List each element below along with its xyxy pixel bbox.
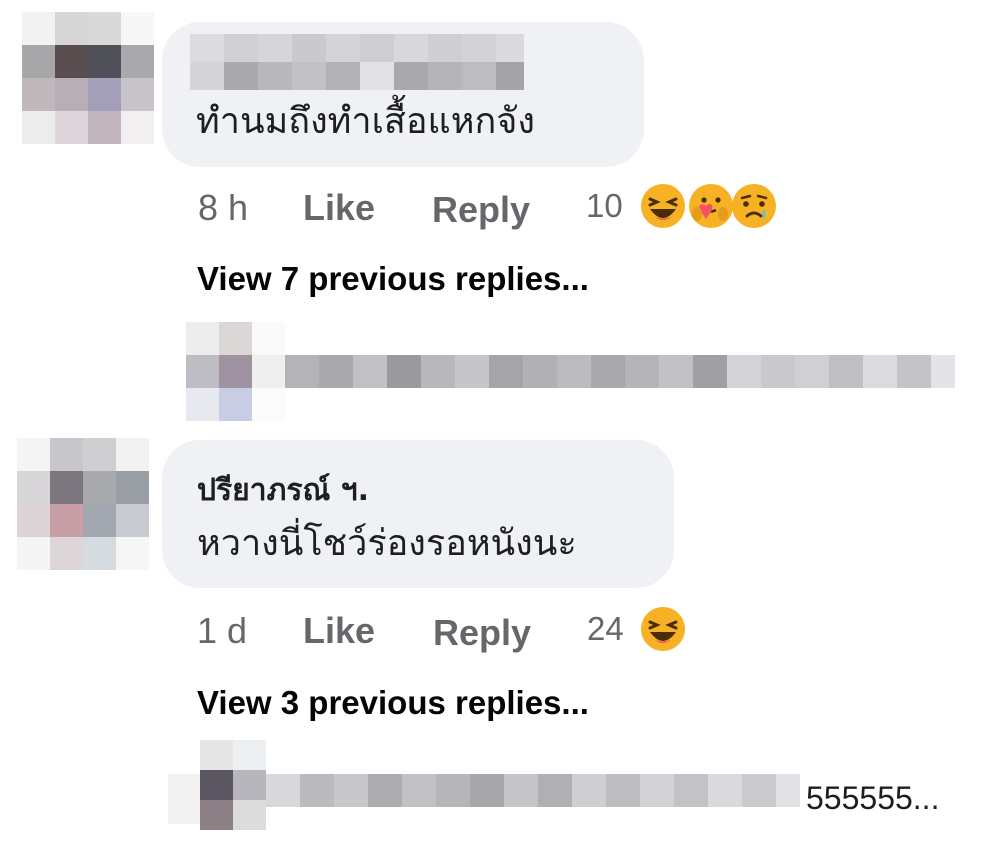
comment-bubble <box>162 440 674 588</box>
sad-icon[interactable] <box>731 183 777 229</box>
reply-avatar[interactable] <box>200 740 266 830</box>
avatar[interactable] <box>22 12 154 144</box>
blurred-reply-text <box>266 774 800 807</box>
view-previous-replies-link[interactable]: View 3 previous replies... <box>197 686 589 719</box>
comment-text: หวางนี่โชว์ร่องรอหนังนะ <box>197 523 577 564</box>
care-icon[interactable] <box>688 183 734 229</box>
comment-timestamp[interactable]: 1 d <box>197 613 247 649</box>
reply-preview-text: 555555... <box>806 780 940 816</box>
haha-icon[interactable] <box>640 183 686 229</box>
reply-button[interactable]: Reply <box>433 615 531 651</box>
comment-timestamp[interactable]: 8 h <box>198 190 248 226</box>
blurred-author-name-lower <box>190 62 524 90</box>
reply-button[interactable]: Reply <box>432 192 530 228</box>
blurred-author-name <box>190 34 524 62</box>
reply-avatar[interactable] <box>186 322 285 421</box>
like-button[interactable]: Like <box>303 613 375 649</box>
reaction-count[interactable]: 24 <box>587 612 624 645</box>
view-previous-replies-link[interactable]: View 7 previous replies... <box>197 262 589 295</box>
haha-icon[interactable] <box>640 606 686 652</box>
avatar[interactable] <box>17 438 149 570</box>
like-button[interactable]: Like <box>303 190 375 226</box>
blurred-reply-text <box>168 774 200 824</box>
comment-author-name[interactable]: ปรียาภรณ์ ฯ. <box>197 476 369 506</box>
comment-text: ทำนมถึงทำเสื้อแหกจัง <box>196 101 535 142</box>
reaction-count[interactable]: 10 <box>586 189 623 222</box>
blurred-reply-text <box>285 355 987 388</box>
